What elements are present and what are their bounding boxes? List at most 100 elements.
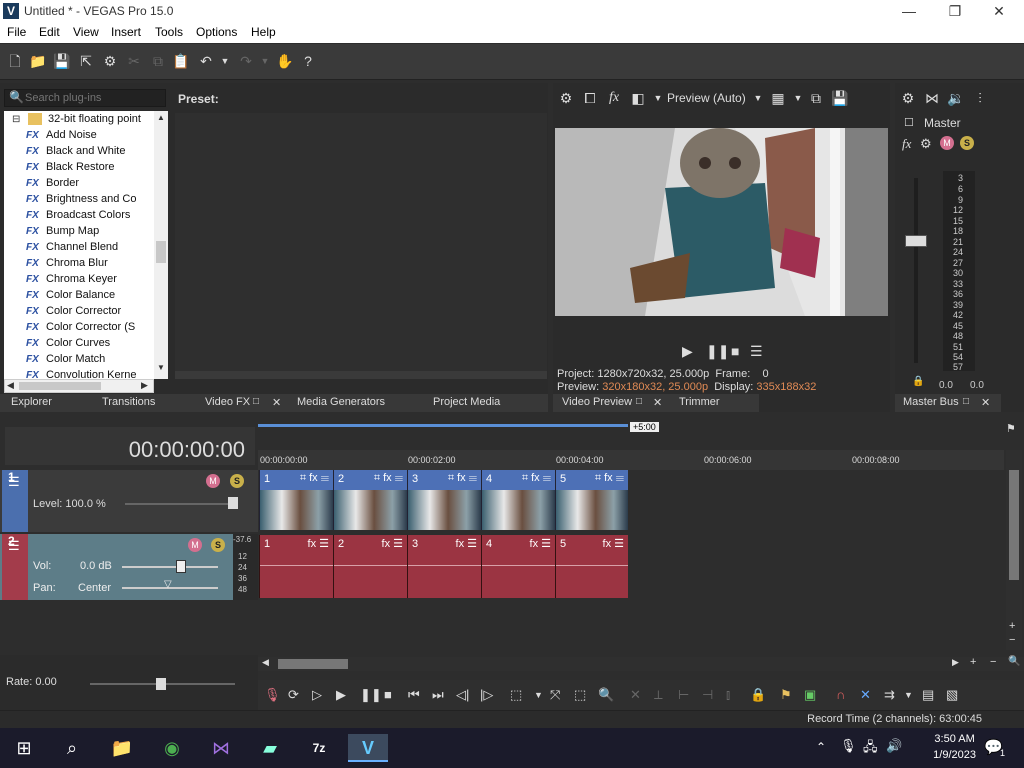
preview-quality-select[interactable]: Preview (Auto) — [667, 91, 746, 105]
plugin-item[interactable]: FX Broadcast Colors — [26, 209, 130, 225]
lock-envelopes-icon[interactable]: ▤ — [922, 687, 934, 703]
system-clock[interactable]: 3:50 AM 1/9/2023 — [933, 731, 976, 763]
trim-end-icon[interactable]: ⊣ — [702, 687, 713, 703]
previous-frame-icon[interactable]: ◁| — [456, 687, 469, 703]
next-frame-icon[interactable]: |▷ — [480, 687, 493, 703]
plugin-item[interactable]: FX Color Curves — [26, 337, 110, 353]
master-fader-handle[interactable] — [905, 235, 927, 247]
clip-menu-icon[interactable]: fx ☰ — [382, 537, 403, 550]
preview-settings-icon[interactable]: ⚙ — [557, 89, 575, 107]
clip-menu-icon[interactable]: ⌗ fx ☰ — [300, 472, 329, 485]
vol-slider-handle[interactable] — [176, 560, 186, 573]
cut-icon[interactable]: ✂ — [125, 52, 143, 70]
split-screen-icon[interactable]: ◧ — [629, 89, 647, 107]
undo-dropdown-icon[interactable]: ▼ — [216, 52, 234, 70]
video-clip[interactable]: 1 ⌗ fx ☰ — [259, 470, 333, 530]
properties-icon[interactable]: ✋ — [276, 52, 294, 70]
pan-slider-handle[interactable]: ▽ — [164, 579, 172, 590]
settings-icon[interactable]: ⚙ — [101, 52, 119, 70]
paste-icon[interactable]: 📋 — [172, 52, 190, 70]
zoom-in-icon[interactable]: + — [970, 656, 976, 668]
snapping-icon[interactable]: ∩ — [836, 687, 845, 702]
search-icon[interactable]: ⌕ — [54, 734, 90, 762]
zoom-out-icon[interactable]: − — [1009, 634, 1015, 646]
pause-button[interactable]: ❚❚ — [706, 343, 729, 360]
redo-dropdown-icon[interactable]: ▼ — [256, 52, 274, 70]
split-icon[interactable]: ⫾ — [726, 687, 730, 703]
audio-clip[interactable]: 5 fx ☰ — [555, 535, 628, 598]
marker-icon[interactable]: ⚑ — [780, 687, 792, 703]
selection-tool-icon[interactable]: ⬚ — [574, 687, 586, 703]
plugin-search-input[interactable] — [25, 91, 163, 105]
tab-video-fx[interactable]: Video FX — [205, 396, 250, 408]
mixer-icon[interactable]: ⫶ — [971, 89, 989, 107]
go-to-start-icon[interactable]: ⏮ — [408, 687, 420, 703]
tab-master-bus[interactable]: Master Bus — [903, 396, 959, 408]
tab-trimmer[interactable]: Trimmer — [679, 396, 720, 408]
delete-icon[interactable]: ✕ — [630, 687, 641, 703]
new-icon[interactable]: 🗋 — [6, 52, 24, 70]
audio-clip[interactable]: 1 fx ☰ — [259, 535, 333, 598]
master-checkbox[interactable]: ☐ — [904, 116, 914, 129]
menu-options[interactable]: Options — [196, 25, 237, 39]
ignore-grouping-icon[interactable]: ▧ — [946, 687, 958, 703]
scroll-down-icon[interactable]: ▼ — [157, 363, 165, 372]
plugin-item[interactable]: FX Bump Map — [26, 225, 99, 241]
stop-button[interactable]: ■ — [731, 343, 739, 359]
stop-icon[interactable]: ■ — [384, 687, 392, 702]
loop-icon[interactable]: ⟳ — [288, 687, 299, 703]
loop-length-marker[interactable]: +5:00 — [630, 422, 659, 432]
solo-icon[interactable]: S — [230, 474, 244, 488]
clip-menu-icon[interactable]: fx ☰ — [308, 537, 329, 550]
tab-explorer[interactable]: Explorer — [11, 396, 52, 408]
plugin-item[interactable]: FX Black and White — [26, 145, 125, 161]
video-clip[interactable]: 5 ⌗ fx ☰ — [555, 470, 628, 530]
clip-menu-icon[interactable]: ⌗ fx ☰ — [595, 472, 624, 485]
scroll-left-icon[interactable]: ◀ — [262, 657, 269, 668]
menu-help[interactable]: Help — [251, 25, 276, 39]
undock-icon[interactable]: □ — [963, 396, 969, 407]
close-tab-icon[interactable]: ✕ — [653, 396, 662, 409]
close-button[interactable]: ✕ — [976, 0, 1022, 23]
audio-clip[interactable]: 3 fx ☰ — [407, 535, 481, 598]
master-settings-icon[interactable]: ⚙ — [899, 89, 917, 107]
timeline-horizontal-scrollbar[interactable]: ◀ ▶ + − 🔍 — [258, 656, 1024, 671]
envelope-tool-icon[interactable]: ⤧ — [550, 687, 560, 703]
audio-clip[interactable]: 2 fx ☰ — [333, 535, 407, 598]
preset-list[interactable] — [175, 113, 547, 373]
overlay-grid-icon[interactable]: ▦ — [769, 89, 787, 107]
quality-dropdown-icon[interactable]: ▼ — [749, 89, 767, 107]
folder-32bit[interactable]: 32-bit floating point — [48, 113, 141, 129]
scroll-up-icon[interactable]: ▲ — [157, 113, 165, 122]
plugin-item[interactable]: FX Color Corrector — [26, 305, 121, 321]
tree-scroll-thumb[interactable] — [156, 241, 166, 263]
zoom-in-icon[interactable]: + — [1009, 620, 1015, 632]
zoom-out-icon[interactable]: − — [990, 656, 996, 668]
visual-studio-icon[interactable]: ⋈ — [203, 734, 239, 762]
record-icon[interactable]: 🎙 — [264, 687, 281, 703]
close-tab-icon[interactable]: ✕ — [981, 396, 990, 409]
close-tab-icon[interactable]: ✕ — [272, 396, 281, 409]
tab-video-preview[interactable]: Video Preview — [562, 396, 632, 408]
clip-menu-icon[interactable]: fx ☰ — [456, 537, 477, 550]
track-menu-icon[interactable]: ☰ — [8, 538, 20, 554]
tree-hscroll-thumb[interactable] — [19, 382, 101, 390]
loop-region-bar[interactable] — [258, 424, 628, 427]
device-icon[interactable]: ⧠ — [581, 89, 599, 107]
master-fx-icon[interactable]: fx — [902, 136, 911, 152]
zoom-tool-icon[interactable]: 🔍 — [598, 687, 614, 703]
solo-icon[interactable]: S — [211, 538, 225, 552]
tree-horizontal-scrollbar[interactable]: ◀ ▶ — [4, 379, 154, 393]
maximize-button[interactable]: ❐ — [932, 0, 978, 23]
video-clip[interactable]: 4 ⌗ fx ☰ — [481, 470, 555, 530]
copy-icon[interactable]: ⧉ — [149, 52, 167, 70]
play-button[interactable]: ▶ — [682, 343, 693, 360]
marker-icon[interactable]: ⚑ — [1006, 422, 1016, 435]
notepad-icon[interactable]: ▰ — [252, 734, 288, 762]
trim-start-icon[interactable]: ⊢ — [678, 687, 689, 703]
plugin-search-box[interactable]: 🔍 — [4, 89, 166, 107]
clip-menu-icon[interactable]: ⌗ fx ☰ — [374, 472, 403, 485]
timeline-hscroll-thumb[interactable] — [278, 659, 348, 669]
audio-clip[interactable]: 4 fx ☰ — [481, 535, 555, 598]
zoom-tool-icon[interactable]: 🔍 — [1008, 656, 1020, 667]
